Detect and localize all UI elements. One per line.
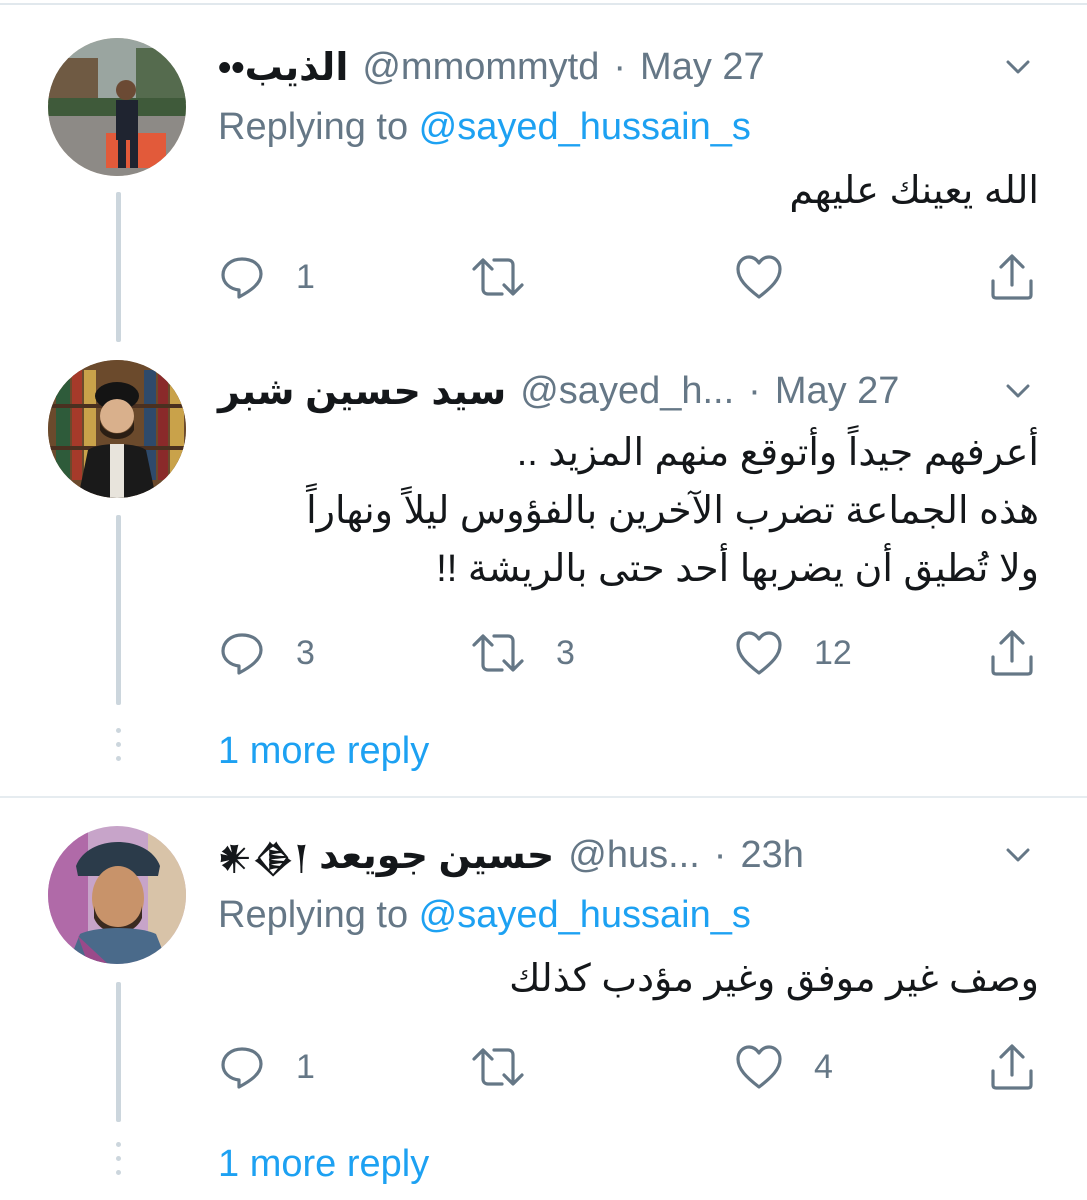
tweet-header: سيد حسين شبر @sayed_h... · May 27 xyxy=(218,366,1047,416)
username[interactable]: @sayed_h... xyxy=(520,370,734,413)
reply-count: 3 xyxy=(296,633,315,672)
avatar[interactable] xyxy=(48,826,186,964)
more-replies-link[interactable]: 1 more reply xyxy=(218,1143,429,1186)
timestamp[interactable]: 23h xyxy=(740,834,803,877)
share-button[interactable] xyxy=(988,628,1036,678)
tweet-text: وصف غير موفق وغير مؤدب كذلك xyxy=(218,950,1039,1008)
like-count: 12 xyxy=(814,633,852,672)
reply-button[interactable]: 3 xyxy=(218,628,315,678)
avatar[interactable] xyxy=(48,360,186,498)
thread-line xyxy=(116,982,121,1122)
share-button[interactable] xyxy=(988,1042,1036,1092)
separator-dot: · xyxy=(613,45,627,88)
tweet-actions: 3 3 12 xyxy=(218,628,1048,678)
tweet-text-line: هذه الجماعة تضرب الآخرين بالفؤوس ليلاً و… xyxy=(306,490,1039,532)
tweet-text-line: الله يعينك عليهم xyxy=(789,170,1039,212)
thread-line xyxy=(116,192,121,342)
timestamp[interactable]: May 27 xyxy=(775,370,900,413)
thread-line xyxy=(116,515,121,705)
reply-icon xyxy=(221,633,263,675)
tweet-actions: 1 xyxy=(218,252,1048,302)
avatar[interactable] xyxy=(48,38,186,176)
heart-icon xyxy=(736,255,782,299)
reply-button[interactable]: 1 xyxy=(218,1042,315,1092)
like-button[interactable]: 4 xyxy=(734,1042,833,1092)
reply-count: 1 xyxy=(296,257,315,296)
reply-count: 1 xyxy=(296,1047,315,1086)
reply-icon xyxy=(221,257,263,299)
heart-icon xyxy=(736,631,782,675)
retweet-icon xyxy=(472,1048,524,1086)
retweet-icon xyxy=(472,258,524,296)
chevron-down-icon[interactable] xyxy=(1001,50,1035,84)
replying-prefix: Replying to xyxy=(218,106,419,148)
thread-divider xyxy=(0,796,1087,798)
reply-button[interactable]: 1 xyxy=(218,252,315,302)
retweet-button[interactable] xyxy=(470,252,556,302)
replying-to-link[interactable]: @sayed_hussain_s xyxy=(419,106,751,148)
like-button[interactable] xyxy=(734,252,814,302)
reply-icon xyxy=(221,1047,263,1089)
retweet-count: 3 xyxy=(556,633,575,672)
name-badge: 𒀭𒆠𒁹 xyxy=(218,839,310,876)
retweet-button[interactable] xyxy=(470,1042,556,1092)
share-icon xyxy=(991,630,1033,676)
like-count: 4 xyxy=(814,1047,833,1086)
replying-to: Replying to @sayed_hussain_s xyxy=(218,106,751,149)
share-icon xyxy=(991,254,1033,300)
share-icon xyxy=(991,1044,1033,1090)
display-name[interactable]: حسين جويعد xyxy=(319,833,554,878)
thread-dots xyxy=(116,1142,121,1175)
tweet-text-line: أعرفهم جيداً وأتوقع منهم المزيد .. xyxy=(516,432,1039,474)
tweet-text: الله يعينك عليهم xyxy=(218,162,1039,220)
separator-dot: · xyxy=(748,369,761,412)
thread-dots xyxy=(116,728,121,761)
tweet-text-line: وصف غير موفق وغير مؤدب كذلك xyxy=(509,958,1039,1000)
chevron-down-icon[interactable] xyxy=(1001,374,1035,408)
display-name[interactable]: الذيب•• xyxy=(218,45,348,90)
tweet-header: الذيب•• @mmommytd · May 27 xyxy=(218,42,1047,92)
tweet-text: أعرفهم جيداً وأتوقع منهم المزيد .. هذه ا… xyxy=(218,424,1039,598)
tweet-header: 𒀭𒆠𒁹 حسين جويعد @hus... · 23h xyxy=(218,830,1047,880)
retweet-icon xyxy=(472,634,524,672)
replying-prefix: Replying to xyxy=(218,894,419,936)
more-replies-link[interactable]: 1 more reply xyxy=(218,730,429,773)
replying-to-link[interactable]: @sayed_hussain_s xyxy=(419,894,751,936)
tweet-text-line: ولا تُطيق أن يضربها أحد حتى بالريشة !! xyxy=(436,548,1039,590)
retweet-button[interactable]: 3 xyxy=(470,628,575,678)
username[interactable]: @hus... xyxy=(568,834,700,877)
like-button[interactable]: 12 xyxy=(734,628,852,678)
share-button[interactable] xyxy=(988,252,1036,302)
replying-to: Replying to @sayed_hussain_s xyxy=(218,894,751,937)
top-border xyxy=(0,3,1087,5)
heart-icon xyxy=(736,1045,782,1089)
tweet-actions: 1 4 xyxy=(218,1042,1048,1092)
timestamp[interactable]: May 27 xyxy=(640,46,765,89)
chevron-down-icon[interactable] xyxy=(1001,838,1035,872)
username[interactable]: @mmommytd xyxy=(362,46,599,89)
display-name[interactable]: سيد حسين شبر xyxy=(218,369,506,414)
separator-dot: · xyxy=(713,833,727,876)
